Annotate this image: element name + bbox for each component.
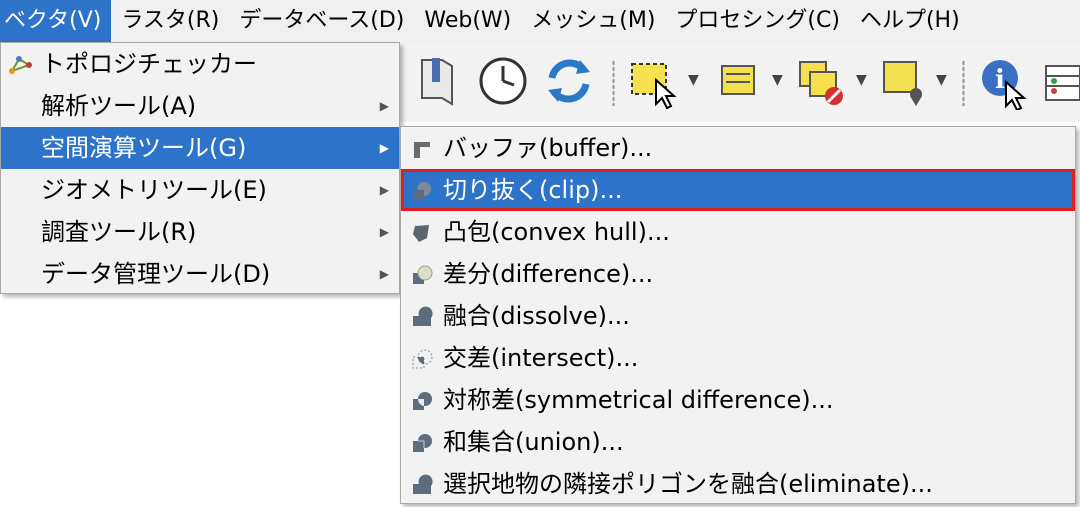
menu-item-geometry-tools[interactable]: ジオメトリツール(E) ▶ <box>1 169 399 211</box>
menu-item-union[interactable]: 和集合(union)... <box>401 421 1075 463</box>
refresh-icon[interactable] <box>540 52 598 110</box>
menu-raster[interactable]: ラスタ(R) <box>111 0 229 42</box>
select-by-location-icon[interactable] <box>876 52 934 110</box>
union-icon <box>413 434 432 452</box>
chevron-down-icon[interactable]: ▼ <box>688 72 699 88</box>
menu-web[interactable]: Web(W) <box>414 0 521 42</box>
menu-item-buffer[interactable]: バッファ(buffer)... <box>401 127 1075 169</box>
intersect-icon <box>412 349 433 369</box>
chevron-right-icon: ▶ <box>379 225 389 239</box>
menu-mesh[interactable]: メッシュ(M) <box>521 0 665 42</box>
menu-item-label: 対称差(symmetrical difference)... <box>443 386 834 414</box>
menu-item-label: 解析ツール(A) <box>41 92 197 120</box>
menu-item-topology-checker[interactable]: トポロジチェッカー <box>1 43 399 85</box>
identify-icon[interactable]: i <box>976 52 1034 110</box>
menu-item-label: 差分(difference)... <box>443 260 654 288</box>
menu-item-label: データ管理ツール(D) <box>41 260 271 288</box>
menu-processing[interactable]: プロセシング(C) <box>665 0 850 42</box>
menu-item-label: 融合(dissolve)... <box>443 302 630 330</box>
toolbar-separator <box>612 60 615 106</box>
chevron-down-icon[interactable]: ▼ <box>772 72 783 88</box>
bookmark-icon[interactable] <box>412 52 462 110</box>
menu-item-geoprocessing-tools[interactable]: 空間演算ツール(G) ▶ <box>1 127 399 169</box>
clock-icon[interactable] <box>474 52 532 110</box>
menu-item-intersect[interactable]: 交差(intersect)... <box>401 337 1075 379</box>
menu-item-symmetrical-difference[interactable]: 対称差(symmetrical difference)... <box>401 379 1075 421</box>
menu-bar: ベクタ(V) ラスタ(R) データベース(D) Web(W) メッシュ(M) プ… <box>0 0 1080 42</box>
menu-item-label: 調査ツール(R) <box>41 218 197 246</box>
menu-item-label: トポロジチェッカー <box>41 50 257 78</box>
topology-checker-icon <box>9 56 32 74</box>
chevron-down-icon[interactable]: ▼ <box>936 72 947 88</box>
menu-vector[interactable]: ベクタ(V) <box>0 0 112 42</box>
menu-item-label: ジオメトリツール(E) <box>41 176 267 204</box>
menu-item-label: バッファ(buffer)... <box>443 134 653 162</box>
menu-item-label: 交差(intersect)... <box>443 344 639 372</box>
geoprocessing-submenu: バッファ(buffer)... 切り抜く(clip)... 凸包(convex … <box>400 126 1076 504</box>
menu-item-convex-hull[interactable]: 凸包(convex hull)... <box>401 211 1075 253</box>
chevron-right-icon: ▶ <box>379 141 389 155</box>
convex-hull-icon <box>413 225 429 242</box>
menu-database[interactable]: データベース(D) <box>229 0 414 42</box>
buffer-icon <box>414 142 430 158</box>
chevron-right-icon: ▶ <box>379 267 389 281</box>
menu-item-research-tools[interactable]: 調査ツール(R) ▶ <box>1 211 399 253</box>
chevron-down-icon[interactable]: ▼ <box>856 72 867 88</box>
menu-item-eliminate[interactable]: 選択地物の隣接ポリゴンを融合(eliminate)... <box>401 463 1075 505</box>
menu-item-data-management-tools[interactable]: データ管理ツール(D) ▶ <box>1 253 399 295</box>
chevron-right-icon: ▶ <box>379 99 389 113</box>
menu-help[interactable]: ヘルプ(H) <box>850 0 970 42</box>
difference-icon <box>413 265 433 284</box>
menu-item-label: 和集合(union)... <box>443 428 624 456</box>
select-feature-icon[interactable] <box>626 52 684 110</box>
menu-item-label: 切り抜く(clip)... <box>443 176 623 204</box>
eliminate-icon <box>413 474 433 494</box>
vector-menu: トポロジチェッカー 解析ツール(A) ▶ 空間演算ツール(G) ▶ ジオメトリツ… <box>0 42 400 294</box>
symmetrical-difference-icon <box>413 392 432 410</box>
menu-item-dissolve[interactable]: 融合(dissolve)... <box>401 295 1075 337</box>
menu-item-analysis-tools[interactable]: 解析ツール(A) ▶ <box>1 85 399 127</box>
menu-item-difference[interactable]: 差分(difference)... <box>401 253 1075 295</box>
attribute-table-icon[interactable] <box>1040 52 1080 110</box>
menu-item-label: 空間演算ツール(G) <box>41 134 247 162</box>
clip-icon <box>414 182 431 200</box>
menu-item-label: 凸包(convex hull)... <box>443 218 670 246</box>
chevron-right-icon: ▶ <box>379 183 389 197</box>
menu-item-label: 選択地物の隣接ポリゴンを融合(eliminate)... <box>443 470 933 498</box>
toolbar-separator <box>962 60 965 106</box>
menu-item-clip[interactable]: 切り抜く(clip)... <box>401 169 1075 211</box>
deselect-icon[interactable] <box>794 52 852 110</box>
dissolve-icon <box>413 306 433 326</box>
select-by-attribute-icon[interactable] <box>712 52 770 110</box>
svg-text:i: i <box>995 65 1005 95</box>
